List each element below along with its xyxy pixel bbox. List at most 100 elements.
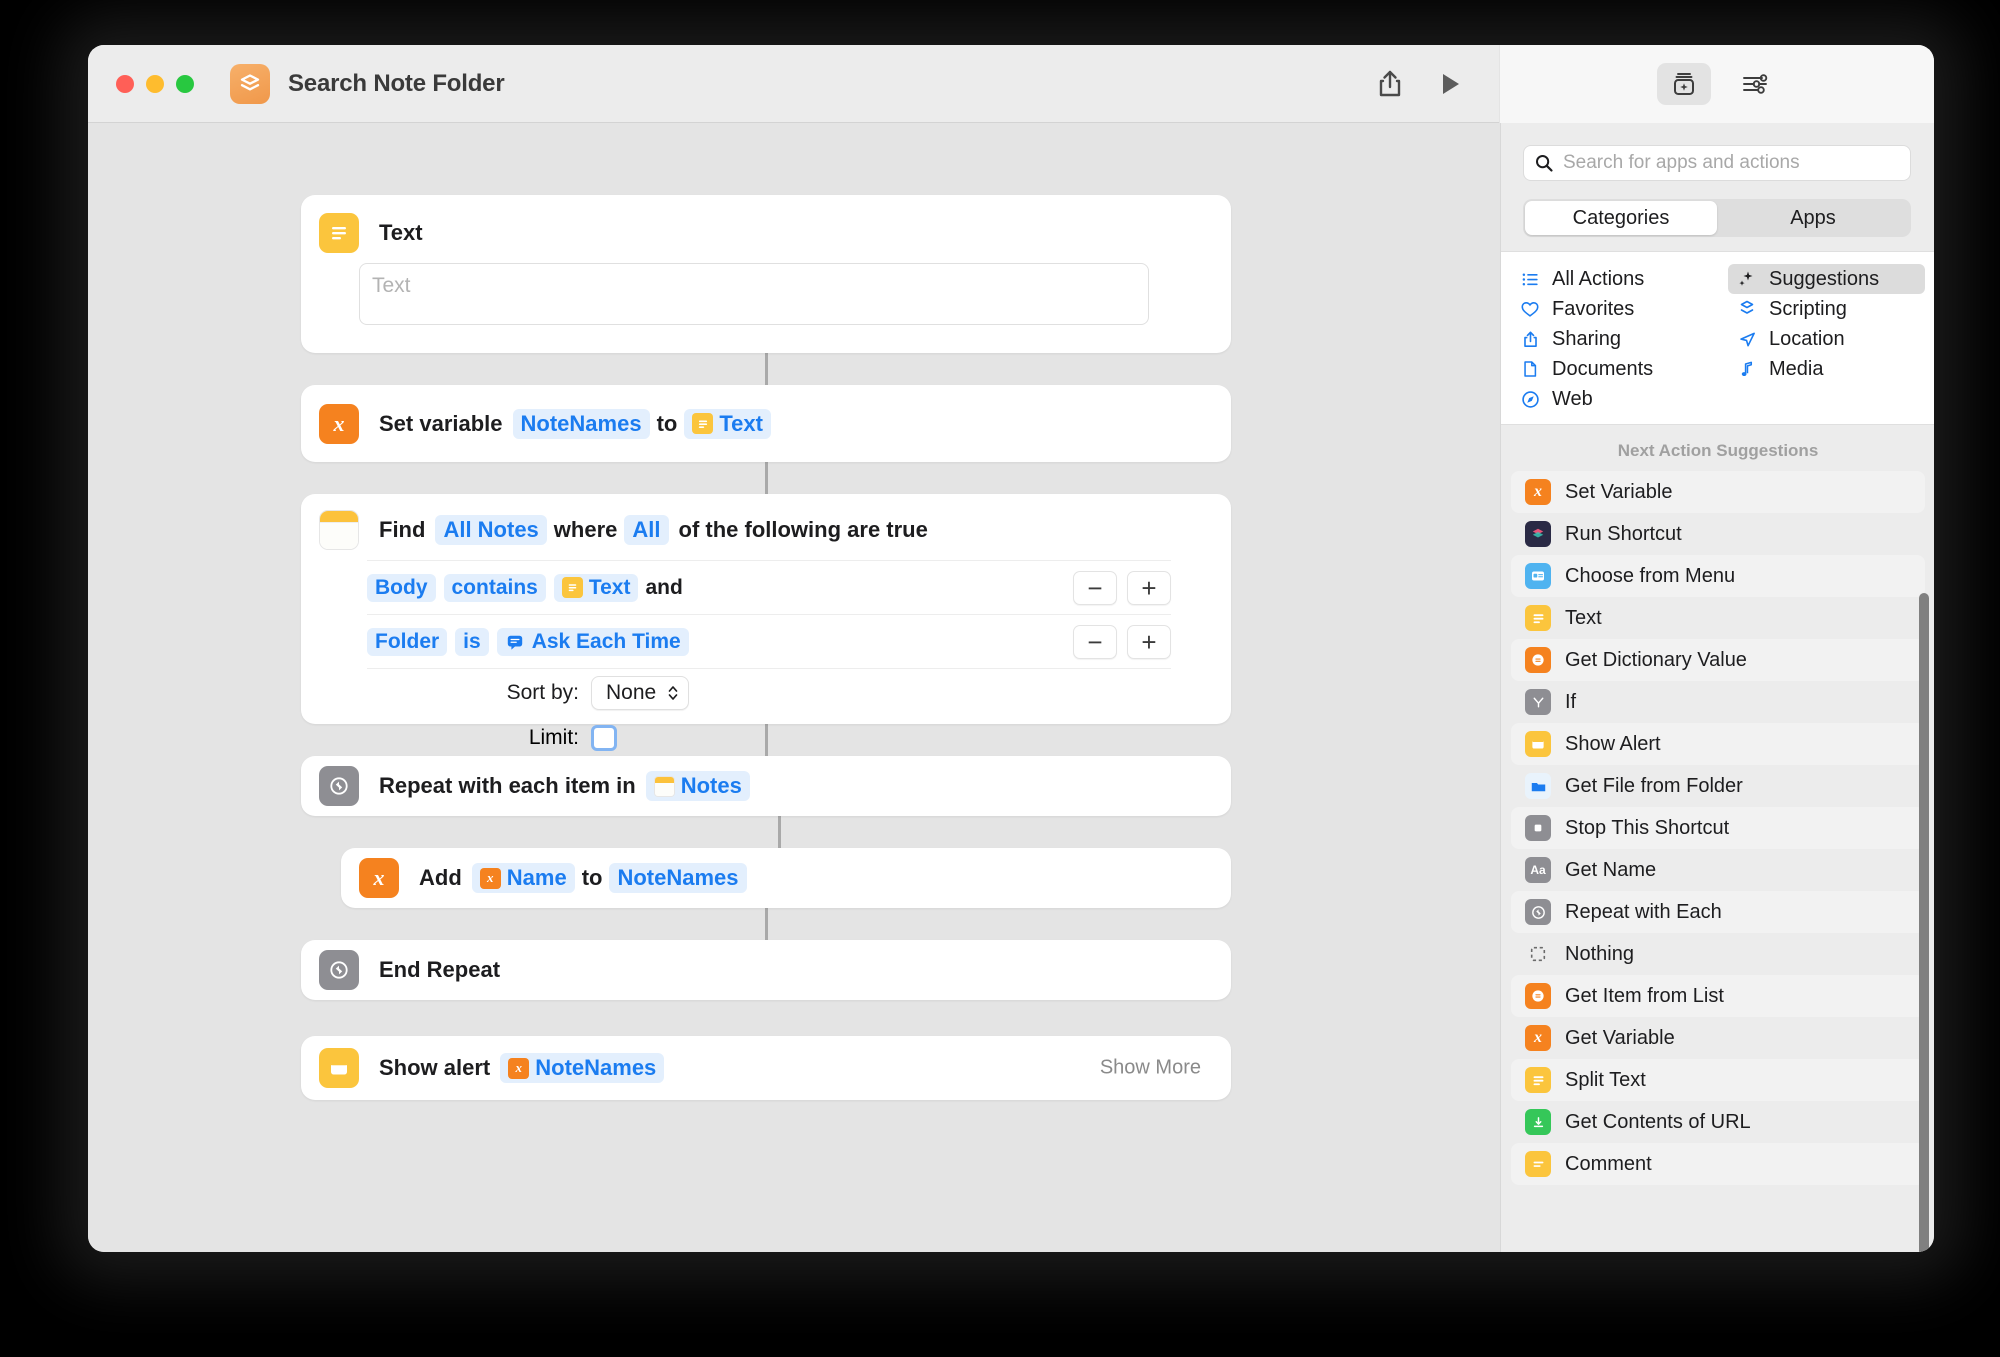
- sort-select[interactable]: None: [591, 675, 690, 710]
- action-show-alert[interactable]: Show alert x NoteNames Show More: [301, 1036, 1231, 1100]
- alert-value-token[interactable]: x NoteNames: [500, 1053, 665, 1083]
- suggestion-get-contents-of-url[interactable]: Get Contents of URL: [1511, 1101, 1925, 1143]
- suggestion-label: Repeat with Each: [1565, 900, 1722, 923]
- suggestion-choose-from-menu[interactable]: Choose from Menu: [1511, 555, 1925, 597]
- suggestion-get-name[interactable]: Aa Get Name: [1511, 849, 1925, 891]
- url-icon: [1525, 1109, 1551, 1135]
- tab-categories[interactable]: Categories: [1525, 201, 1717, 235]
- text-icon: [319, 213, 359, 253]
- suggestion-set-variable[interactable]: x Set Variable: [1511, 471, 1925, 513]
- suggestion-stop-this-shortcut[interactable]: Stop This Shortcut: [1511, 807, 1925, 849]
- action-body: Set variable NoteNames to Text: [379, 408, 771, 439]
- remove-filter-button[interactable]: −: [1073, 624, 1117, 659]
- action-end-repeat[interactable]: End Repeat: [301, 940, 1231, 1000]
- sort-value: None: [606, 680, 657, 704]
- variable-token[interactable]: NoteNames: [512, 408, 650, 439]
- suggestion-comment[interactable]: Comment: [1511, 1143, 1925, 1185]
- tab-apps[interactable]: Apps: [1717, 201, 1909, 235]
- text-input[interactable]: Text: [359, 263, 1149, 325]
- limit-label: Limit:: [528, 726, 579, 749]
- add-target-token[interactable]: NoteNames: [609, 863, 747, 893]
- add-filter-button[interactable]: +: [1127, 570, 1171, 605]
- filter-field-token[interactable]: Folder: [367, 627, 448, 656]
- suggestion-get-file-from-folder[interactable]: Get File from Folder: [1511, 765, 1925, 807]
- suggestion-label: Choose from Menu: [1565, 564, 1736, 587]
- action-find-notes[interactable]: Find All Notes where All of the followin…: [301, 494, 1231, 751]
- limit-row: Limit:: [367, 716, 1171, 760]
- sort-label: Sort by:: [506, 680, 579, 704]
- match-token[interactable]: All: [624, 515, 669, 545]
- suggestion-run-shortcut[interactable]: Run Shortcut: [1511, 513, 1925, 555]
- suggestion-get-variable[interactable]: x Get Variable: [1511, 1017, 1925, 1059]
- category-label: Location: [1769, 327, 1845, 350]
- suggestion-nothing[interactable]: Nothing: [1511, 933, 1925, 975]
- search-icon: [1536, 155, 1553, 172]
- action-set-variable[interactable]: x Set variable NoteNames to Text: [301, 385, 1231, 462]
- share-icon[interactable]: [1375, 68, 1405, 100]
- filter-value-token[interactable]: Text: [553, 573, 639, 602]
- repeat-list-token[interactable]: Notes: [645, 771, 750, 801]
- sliders-icon[interactable]: [1733, 63, 1777, 105]
- scripting-icon: [1736, 298, 1758, 320]
- connector: [765, 353, 768, 385]
- scope-token[interactable]: All Notes: [435, 515, 547, 545]
- action-library-icon[interactable]: [1657, 63, 1711, 105]
- category-media[interactable]: Media: [1728, 354, 1925, 384]
- variable-icon: x: [319, 403, 359, 444]
- suggestion-get-dictionary-value[interactable]: Get Dictionary Value: [1511, 639, 1925, 681]
- action-body: Show alert x NoteNames: [379, 1053, 665, 1083]
- filter-value-token[interactable]: Ask Each Time: [496, 627, 689, 656]
- search-field[interactable]: Search for apps and actions: [1523, 145, 1911, 181]
- play-icon[interactable]: [1439, 71, 1463, 97]
- filter-field-token[interactable]: Body: [367, 573, 436, 602]
- chevron-updown-icon: [668, 685, 678, 700]
- dictionary-icon: [1525, 647, 1551, 673]
- action-text[interactable]: Text Text: [301, 195, 1231, 353]
- categories-column-right: Suggestions Scripting Location Media: [1718, 264, 1934, 424]
- filter-operator-token[interactable]: contains: [443, 573, 546, 602]
- zoom-button[interactable]: [176, 74, 194, 93]
- category-all-actions[interactable]: All Actions: [1511, 264, 1708, 294]
- joiner-label: to: [656, 410, 678, 436]
- repeat-list-label: Notes: [680, 773, 742, 798]
- filter-value-label: Ask Each Time: [531, 629, 681, 653]
- show-more-button[interactable]: Show More: [1100, 1057, 1201, 1080]
- minimize-button[interactable]: [146, 74, 164, 93]
- close-button[interactable]: [116, 74, 134, 93]
- variable-icon: x: [1525, 479, 1551, 505]
- library-scrollbar[interactable]: [1919, 593, 1929, 1252]
- value-token[interactable]: Text: [684, 408, 771, 439]
- set-variable-prefix: Set variable: [379, 410, 503, 436]
- action-repeat[interactable]: Repeat with each item in Notes: [301, 756, 1231, 816]
- add-filter-button[interactable]: +: [1127, 624, 1171, 659]
- variable-icon: x: [479, 867, 501, 889]
- suggestion-show-alert[interactable]: Show Alert: [1511, 723, 1925, 765]
- suggestion-repeat-with-each[interactable]: Repeat with Each: [1511, 891, 1925, 933]
- limit-checkbox[interactable]: [591, 725, 617, 751]
- action-header: x Add x Name to NoteNames: [341, 848, 1231, 908]
- action-add-to-variable[interactable]: x Add x Name to NoteNames: [341, 848, 1231, 908]
- category-favorites[interactable]: Favorites: [1511, 294, 1708, 324]
- category-label: Web: [1552, 387, 1593, 410]
- category-web[interactable]: Web: [1511, 384, 1708, 414]
- category-sharing[interactable]: Sharing: [1511, 324, 1708, 354]
- category-suggestions[interactable]: Suggestions: [1728, 264, 1925, 294]
- category-documents[interactable]: Documents: [1511, 354, 1708, 384]
- suggestion-text[interactable]: Text: [1511, 597, 1925, 639]
- filter-operator-token[interactable]: is: [455, 627, 489, 656]
- add-value-token[interactable]: x Name: [471, 863, 575, 893]
- suggestion-get-item-from-list[interactable]: Get Item from List: [1511, 975, 1925, 1017]
- remove-filter-button[interactable]: −: [1073, 570, 1117, 605]
- variable-icon: x: [1525, 1025, 1551, 1051]
- suggestion-label: Get File from Folder: [1565, 774, 1743, 797]
- suggestion-label: Get Dictionary Value: [1565, 648, 1747, 671]
- category-location[interactable]: Location: [1728, 324, 1925, 354]
- suggestion-if[interactable]: If: [1511, 681, 1925, 723]
- sparkles-icon: [1736, 268, 1758, 290]
- document-icon: [1519, 358, 1541, 380]
- suggestion-split-text[interactable]: Split Text: [1511, 1059, 1925, 1101]
- notes-icon: [653, 775, 675, 797]
- category-label: All Actions: [1552, 267, 1645, 290]
- category-scripting[interactable]: Scripting: [1728, 294, 1925, 324]
- location-icon: [1736, 328, 1758, 350]
